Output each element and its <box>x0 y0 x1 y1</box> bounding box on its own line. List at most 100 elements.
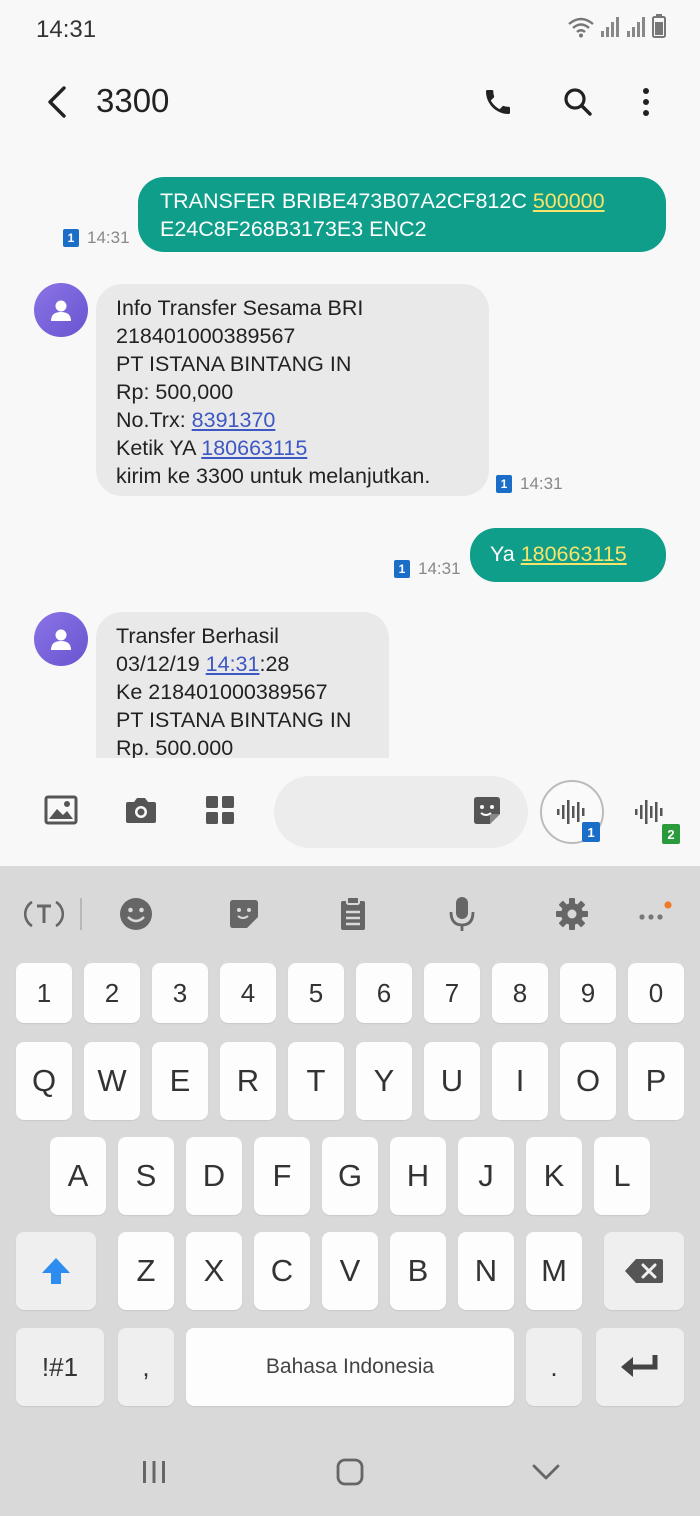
enter-icon <box>621 1355 658 1377</box>
key-n[interactable]: N <box>458 1232 514 1310</box>
key-h[interactable]: H <box>390 1137 446 1215</box>
avatar[interactable] <box>34 283 88 337</box>
voice-input-button[interactable] <box>440 892 484 936</box>
code-link[interactable]: 180663115 <box>521 542 627 566</box>
code-link[interactable]: 180663115 <box>201 436 307 460</box>
text-recognition-button[interactable] <box>22 892 66 936</box>
key-3[interactable]: 3 <box>152 963 208 1023</box>
outgoing-message[interactable]: Ya 180663115 <box>470 528 666 582</box>
key-q[interactable]: Q <box>16 1042 72 1120</box>
key-k[interactable]: K <box>526 1137 582 1215</box>
sticker-button[interactable] <box>222 892 266 936</box>
key-8[interactable]: 8 <box>492 963 548 1023</box>
sticker-button[interactable] <box>466 790 508 832</box>
key-o[interactable]: O <box>560 1042 616 1120</box>
key-2[interactable]: 2 <box>84 963 140 1023</box>
apps-button[interactable] <box>198 788 242 832</box>
message-meta: 1 14:31 <box>394 559 461 579</box>
key-z[interactable]: Z <box>118 1232 174 1310</box>
key-g[interactable]: G <box>322 1137 378 1215</box>
key-e[interactable]: E <box>152 1042 208 1120</box>
symbols-key[interactable]: !#1 <box>16 1328 104 1406</box>
sim-badge: 1 <box>63 229 79 247</box>
message-line: PT ISTANA BINTANG IN <box>116 708 352 732</box>
message-time: 14:31 <box>418 559 461 578</box>
apps-icon <box>206 796 234 824</box>
time-link[interactable]: 14:31 <box>206 652 260 676</box>
message-line: Rp. 500.000 <box>116 736 234 758</box>
avatar[interactable] <box>34 612 88 666</box>
navigation-bar <box>0 1428 700 1516</box>
keyboard-settings-button[interactable] <box>550 892 594 936</box>
message-line: Ya 180663115 <box>490 542 627 566</box>
message-line: Rp: 500,000 <box>116 380 234 404</box>
camera-button[interactable] <box>119 788 163 832</box>
status-bar: 14:31 <box>0 0 700 56</box>
emoji-button[interactable] <box>114 892 158 936</box>
key-6[interactable]: 6 <box>356 963 412 1023</box>
key-9[interactable]: 9 <box>560 963 616 1023</box>
call-button[interactable] <box>478 80 518 124</box>
backspace-icon <box>625 1259 663 1283</box>
sim-badge: 1 <box>582 822 600 842</box>
key-f[interactable]: F <box>254 1137 310 1215</box>
key-u[interactable]: U <box>424 1042 480 1120</box>
key-7[interactable]: 7 <box>424 963 480 1023</box>
key-0[interactable]: 0 <box>628 963 684 1023</box>
gallery-button[interactable] <box>39 788 83 832</box>
period-key[interactable]: . <box>526 1328 582 1406</box>
message-meta: 1 14:31 <box>496 474 563 494</box>
incoming-message[interactable]: Info Transfer Sesama BRI 218401000389567… <box>96 284 489 496</box>
clipboard-icon <box>341 896 365 930</box>
space-key[interactable]: Bahasa Indonesia <box>186 1328 514 1406</box>
keyboard-toolbar <box>0 866 700 960</box>
key-1[interactable]: 1 <box>16 963 72 1023</box>
key-t[interactable]: T <box>288 1042 344 1120</box>
key-l[interactable]: L <box>594 1137 650 1215</box>
message-line: Info Transfer Sesama BRI <box>116 296 364 320</box>
trx-number-link[interactable]: 8391370 <box>192 408 276 432</box>
key-x[interactable]: X <box>186 1232 242 1310</box>
more-options-button[interactable] <box>626 80 666 124</box>
recents-button[interactable] <box>130 1450 178 1494</box>
toolbar-more-button[interactable] <box>632 892 676 936</box>
backspace-key[interactable] <box>604 1232 684 1310</box>
key-v[interactable]: V <box>322 1232 378 1310</box>
message-list[interactable]: TRANSFER BRIBE473B07A2CF812C 500000 E24C… <box>0 160 700 758</box>
settings-icon <box>556 898 588 930</box>
key-b[interactable]: B <box>390 1232 446 1310</box>
key-d[interactable]: D <box>186 1137 242 1215</box>
person-icon <box>51 300 71 321</box>
key-p[interactable]: P <box>628 1042 684 1120</box>
key-s[interactable]: S <box>118 1137 174 1215</box>
sticker-icon <box>230 900 258 928</box>
key-i[interactable]: I <box>492 1042 548 1120</box>
key-w[interactable]: W <box>84 1042 140 1120</box>
back-button[interactable] <box>36 80 76 124</box>
key-a[interactable]: A <box>50 1137 106 1215</box>
key-4[interactable]: 4 <box>220 963 276 1023</box>
voice-message-sim2-button[interactable]: 2 <box>618 780 682 844</box>
amount-link[interactable]: 500000 <box>533 189 605 213</box>
key-m[interactable]: M <box>526 1232 582 1310</box>
battery-icon <box>652 14 666 38</box>
sticker-icon <box>474 797 500 824</box>
clipboard-button[interactable] <box>331 892 375 936</box>
key-r[interactable]: R <box>220 1042 276 1120</box>
key-j[interactable]: J <box>458 1137 514 1215</box>
key-y[interactable]: Y <box>356 1042 412 1120</box>
key-c[interactable]: C <box>254 1232 310 1310</box>
enter-key[interactable] <box>596 1328 684 1406</box>
conversation-title: 3300 <box>96 82 170 119</box>
voice-message-sim1-button[interactable]: 1 <box>540 780 604 844</box>
app-bar: 3300 <box>0 66 700 138</box>
message-time: 14:31 <box>87 228 130 247</box>
home-button[interactable] <box>326 1450 374 1494</box>
key-5[interactable]: 5 <box>288 963 344 1023</box>
outgoing-message[interactable]: TRANSFER BRIBE473B07A2CF812C 500000 E24C… <box>138 177 666 252</box>
search-button[interactable] <box>558 80 598 124</box>
comma-key[interactable]: , <box>118 1328 174 1406</box>
shift-key[interactable] <box>16 1232 96 1310</box>
nav-back-button[interactable] <box>522 1450 570 1494</box>
incoming-message[interactable]: Transfer Berhasil 03/12/19 14:31:28 Ke 2… <box>96 612 389 758</box>
